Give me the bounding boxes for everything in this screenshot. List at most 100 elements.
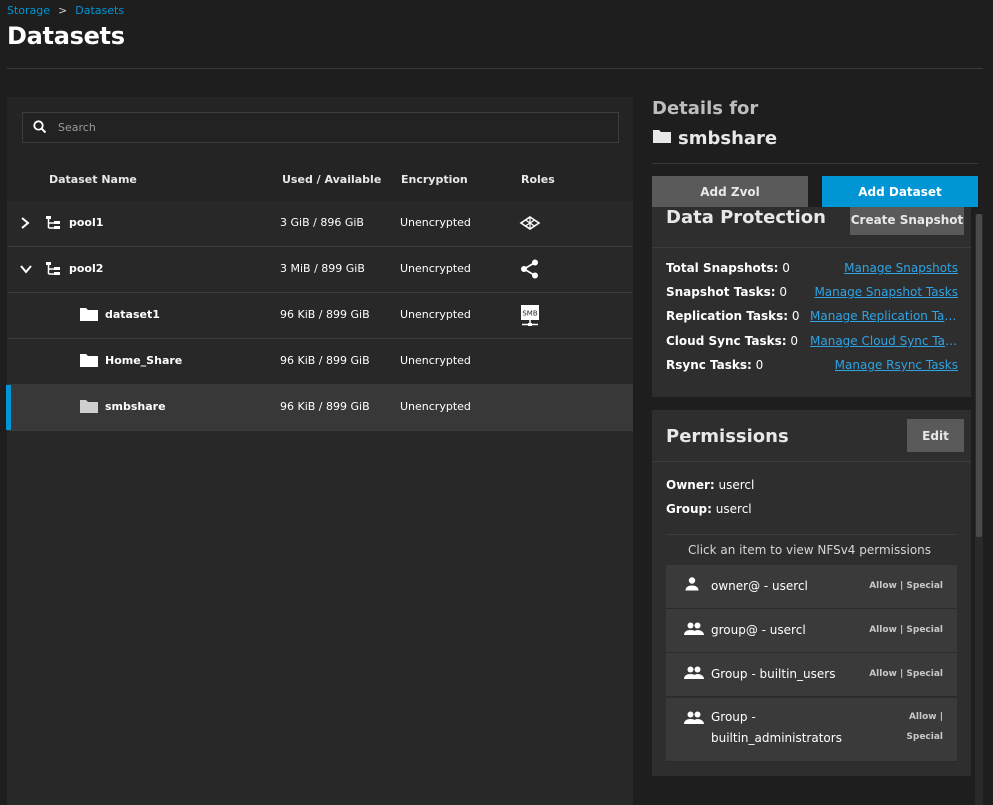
owner-label: Owner: — [666, 478, 715, 492]
user-icon — [684, 576, 700, 596]
details-dataset-name: smbshare — [652, 127, 777, 150]
edit-permissions-button[interactable]: Edit — [907, 419, 964, 452]
ace-perm: Allow | Special — [869, 625, 943, 635]
breadcrumb-storage-link[interactable]: Storage — [7, 4, 50, 17]
permissions-title: Permissions — [666, 426, 789, 447]
chevron-right-icon[interactable] — [19, 215, 31, 234]
dataset-roles-icon — [519, 212, 541, 237]
table-row[interactable]: pool2 3 MiB / 899 GiB Unencrypted — [7, 247, 633, 293]
group-icon — [684, 710, 704, 729]
folder-icon — [79, 351, 99, 372]
card-divider — [666, 534, 957, 535]
ace-item[interactable]: owner@ - usercl Allow | Special — [666, 565, 957, 609]
permissions-owner: Owner: usercl — [666, 478, 754, 492]
details-divider — [652, 163, 978, 164]
smb-share-icon: SMB — [519, 304, 543, 331]
table-row[interactable]: Home_Share 96 KiB / 899 GiB Unencrypted — [7, 339, 633, 385]
data-protection-title: Data Protection — [666, 207, 826, 228]
ace-who-line2: builtin_administrators — [711, 731, 842, 745]
ace-item[interactable]: Group - builtin_users Allow | Special — [666, 653, 957, 697]
search-input[interactable] — [58, 113, 608, 142]
breadcrumb-separator: > — [58, 4, 68, 17]
protection-row: Cloud Sync Tasks: 0 Manage Cloud Sync Ta… — [666, 334, 958, 352]
protection-value: 0 — [779, 285, 787, 299]
chevron-down-icon[interactable] — [19, 261, 33, 280]
manage-rsync-tasks-link[interactable]: Manage Rsync Tasks — [835, 358, 958, 372]
ace-who: Group - builtin_users — [711, 667, 836, 681]
breadcrumb-datasets-link[interactable]: Datasets — [75, 4, 124, 17]
details-scroll-area[interactable]: Data Protection Create Snapshot Total Sn… — [652, 207, 978, 805]
ace-item[interactable]: Group - builtin_administrators Allow | S… — [666, 698, 957, 762]
folder-icon — [79, 397, 99, 418]
smb-label: SMB — [522, 310, 537, 318]
dataset-name: Home_Share — [105, 354, 183, 367]
dataset-encryption: Unencrypted — [400, 400, 471, 413]
header-used-available[interactable]: Used / Available — [282, 173, 381, 186]
manage-snapshot-tasks-link[interactable]: Manage Snapshot Tasks — [814, 285, 958, 299]
dataset-encryption: Unencrypted — [400, 354, 471, 367]
add-dataset-button[interactable]: Add Dataset — [822, 176, 978, 207]
protection-row: Rsync Tasks: 0 Manage Rsync Tasks — [666, 358, 958, 376]
group-icon — [684, 665, 704, 684]
create-snapshot-button[interactable]: Create Snapshot — [850, 207, 964, 235]
ace-item[interactable]: group@ - usercl Allow | Special — [666, 609, 957, 653]
ace-who: group@ - usercl — [711, 623, 806, 637]
ace-who-line1: Group - — [711, 710, 756, 724]
protection-value: 0 — [791, 309, 800, 323]
owner-value: usercl — [718, 478, 755, 492]
group-value: usercl — [715, 502, 752, 516]
protection-label: Rsync Tasks: — [666, 358, 752, 372]
header-encryption[interactable]: Encryption — [401, 173, 468, 186]
group-label: Group: — [666, 502, 712, 516]
header-divider — [7, 68, 983, 69]
folder-icon — [652, 127, 672, 150]
table-header: Dataset Name Used / Available Encryption… — [7, 157, 633, 201]
manage-cloud-sync-tasks-link[interactable]: Manage Cloud Sync Tasks — [810, 334, 958, 348]
breadcrumb: Storage > Datasets — [7, 4, 124, 17]
search-box[interactable] — [22, 112, 619, 143]
details-scrollbar-thumb[interactable] — [976, 214, 982, 537]
table-row[interactable]: pool1 3 GiB / 896 GiB Unencrypted — [7, 201, 633, 247]
ace-perm-line1: Allow | — [908, 712, 943, 722]
protection-row: Replication Tasks: 0 Manage Replication … — [666, 309, 958, 327]
header-dataset-name[interactable]: Dataset Name — [49, 173, 137, 186]
ace-perm-line2: Special — [906, 732, 943, 742]
details-dataset-label: smbshare — [678, 128, 778, 149]
add-zvol-button[interactable]: Add Zvol — [652, 176, 808, 207]
header-roles[interactable]: Roles — [521, 173, 555, 186]
permissions-card: Permissions Edit Owner: usercl Group: us… — [652, 410, 971, 776]
dataset-name: pool1 — [69, 216, 104, 229]
protection-label: Total Snapshots: — [666, 261, 779, 275]
dataset-name: smbshare — [105, 400, 166, 413]
ace-perm: Allow | Special — [869, 581, 943, 591]
dataset-used: 3 MiB / 899 GiB — [280, 262, 365, 275]
group-icon — [684, 621, 704, 640]
dataset-name: dataset1 — [105, 308, 160, 321]
protection-label: Replication Tasks: — [666, 309, 789, 323]
pool-tree-icon — [45, 261, 63, 280]
dataset-name: pool2 — [69, 262, 104, 275]
protection-row: Total Snapshots: 0 Manage Snapshots — [666, 261, 958, 279]
dataset-encryption: Unencrypted — [400, 262, 471, 275]
ace-who: owner@ - usercl — [711, 579, 808, 593]
protection-row: Snapshot Tasks: 0 Manage Snapshot Tasks — [666, 285, 958, 303]
details-heading: Details for — [652, 98, 759, 119]
manage-replication-tasks-link[interactable]: Manage Replication Tasks — [810, 309, 958, 323]
dataset-used: 96 KiB / 899 GiB — [280, 400, 370, 413]
protection-value: 0 — [790, 334, 799, 348]
search-area — [7, 97, 633, 157]
nfsv4-hint: Click an item to view NFSv4 permissions — [688, 543, 932, 557]
dataset-used: 96 KiB / 899 GiB — [280, 308, 370, 321]
card-divider — [652, 247, 971, 248]
pool-tree-icon — [45, 215, 63, 234]
search-icon — [32, 119, 48, 139]
data-protection-card: Data Protection Create Snapshot Total Sn… — [652, 207, 971, 397]
table-row-selected[interactable]: smbshare 96 KiB / 899 GiB Unencrypted — [6, 385, 633, 431]
manage-snapshots-link[interactable]: Manage Snapshots — [844, 261, 958, 275]
table-row[interactable]: dataset1 96 KiB / 899 GiB Unencrypted SM… — [7, 293, 633, 339]
permissions-group: Group: usercl — [666, 502, 752, 516]
share-icon — [519, 258, 541, 283]
protection-value: 0 — [782, 261, 790, 275]
dataset-encryption: Unencrypted — [400, 308, 471, 321]
dataset-used: 96 KiB / 899 GiB — [280, 354, 370, 367]
